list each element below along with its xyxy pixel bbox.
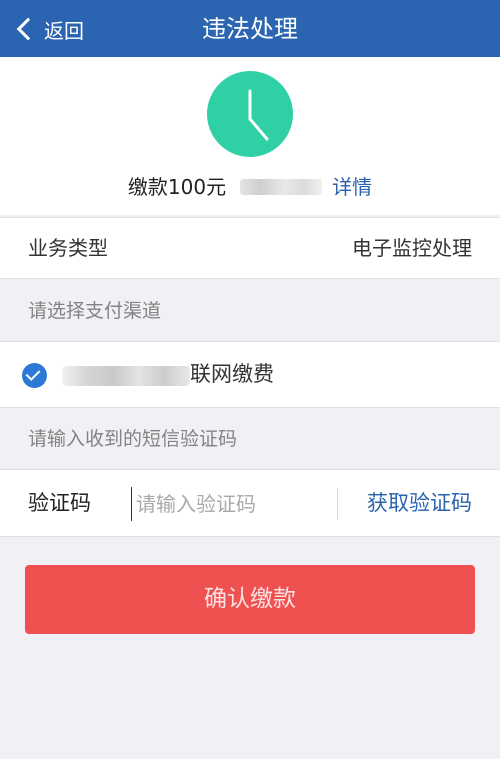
- payment-channel-label: 联网缴费: [190, 362, 274, 386]
- verification-code-input[interactable]: [131, 487, 326, 521]
- business-type-row: 业务类型 电子监控处理: [0, 217, 500, 279]
- payment-section-label: 请选择支付渠道: [28, 300, 162, 322]
- page-title: 违法处理: [202, 15, 298, 43]
- sms-section-label: 请输入收到的短信验证码: [28, 428, 238, 450]
- clock-icon: [207, 71, 293, 157]
- redacted-info: [240, 179, 323, 195]
- verification-code-row: 验证码 获取验证码: [0, 469, 500, 537]
- nav-bar: 返回 违法处理: [0, 0, 500, 57]
- verification-code-label: 验证码: [28, 491, 91, 515]
- confirm-payment-button[interactable]: 确认缴款: [25, 565, 475, 634]
- checkmark-circle-icon[interactable]: [22, 363, 47, 388]
- divider: [337, 488, 338, 520]
- business-type-label: 业务类型: [28, 236, 108, 260]
- redacted-channel-name: [62, 366, 190, 386]
- fine-line: 缴款100元 详情: [0, 173, 500, 201]
- checkmark-icon: [25, 366, 41, 381]
- get-code-button[interactable]: 获取验证码: [367, 470, 472, 537]
- business-type-value: 电子监控处理: [352, 236, 472, 260]
- detail-link[interactable]: 详情: [332, 175, 372, 199]
- payment-option-row[interactable]: 联网缴费: [0, 341, 500, 408]
- fine-summary: 缴款100元 详情: [0, 57, 500, 215]
- fine-amount: 缴款100元: [127, 175, 227, 199]
